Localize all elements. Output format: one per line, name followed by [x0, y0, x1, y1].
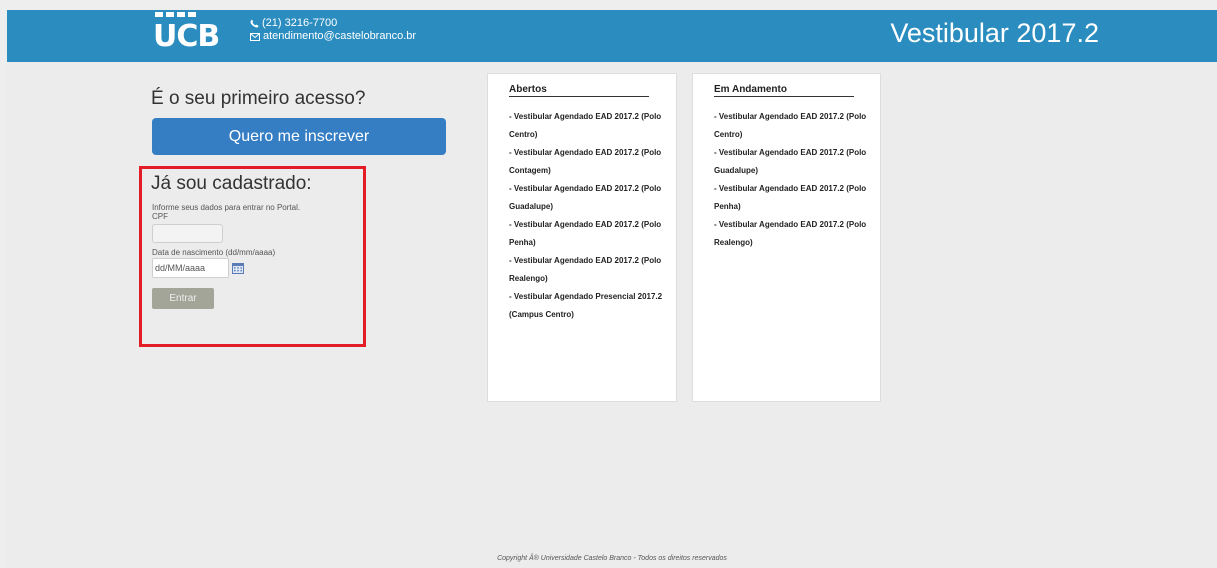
list-item[interactable]: - Vestibular Agendado EAD 2017.2 (Polo R…: [509, 252, 674, 288]
calendar-icon[interactable]: [232, 263, 244, 274]
list-item[interactable]: - Vestibular Agendado EAD 2017.2 (Polo C…: [509, 144, 674, 180]
list-item[interactable]: - Vestibular Agendado EAD 2017.2 (Polo P…: [714, 180, 879, 216]
open-exams-list: - Vestibular Agendado EAD 2017.2 (Polo C…: [509, 108, 674, 324]
list-item[interactable]: - Vestibular Agendado EAD 2017.2 (Polo G…: [509, 180, 674, 216]
enter-button[interactable]: Entrar: [152, 288, 214, 309]
page: UCB (21) 3216-7700 atendimento@castelobr…: [7, 10, 1217, 568]
email-row: atendimento@castelobranco.br: [250, 30, 416, 43]
logo-text: UCB: [153, 19, 220, 54]
in-progress-list: - Vestibular Agendado EAD 2017.2 (Polo C…: [714, 108, 879, 252]
cpf-label: CPF: [152, 212, 168, 221]
birthdate-label: Data de nascimento (dd/mm/aaaa): [152, 248, 276, 257]
open-exams-panel: Abertos - Vestibular Agendado EAD 2017.2…: [487, 73, 677, 402]
list-item[interactable]: - Vestibular Agendado Presencial 2017.2 …: [509, 288, 674, 324]
contact-info: (21) 3216-7700 atendimento@castelobranco…: [250, 17, 416, 43]
footer-copyright: Copyright Â® Universidade Castelo Branco…: [497, 555, 727, 562]
list-item[interactable]: - Vestibular Agendado EAD 2017.2 (Polo C…: [509, 108, 674, 144]
page-title: Vestibular 2017.2: [890, 18, 1099, 48]
cpf-input[interactable]: [152, 224, 223, 243]
login-info-text: Informe seus dados para entrar no Portal…: [152, 203, 301, 212]
in-progress-panel: Em Andamento - Vestibular Agendado EAD 2…: [692, 73, 881, 402]
first-access-heading: É o seu primeiro acesso?: [151, 88, 366, 109]
logo-dots: [155, 12, 196, 17]
in-progress-heading: Em Andamento: [714, 84, 854, 97]
ucb-logo[interactable]: UCB: [153, 12, 220, 58]
list-item[interactable]: - Vestibular Agendado EAD 2017.2 (Polo R…: [714, 216, 879, 252]
phone-icon: [250, 19, 259, 28]
signup-button[interactable]: Quero me inscrever: [152, 118, 446, 155]
phone-row: (21) 3216-7700: [250, 17, 416, 30]
birthdate-input[interactable]: [152, 258, 229, 278]
envelope-icon: [250, 32, 260, 41]
email-link[interactable]: atendimento@castelobranco.br: [263, 30, 416, 43]
login-heading: Já sou cadastrado:: [151, 173, 312, 194]
header-bar: UCB (21) 3216-7700 atendimento@castelobr…: [7, 10, 1217, 62]
list-item[interactable]: - Vestibular Agendado EAD 2017.2 (Polo C…: [714, 108, 879, 144]
list-item[interactable]: - Vestibular Agendado EAD 2017.2 (Polo P…: [509, 216, 674, 252]
list-item[interactable]: - Vestibular Agendado EAD 2017.2 (Polo G…: [714, 144, 879, 180]
open-exams-heading: Abertos: [509, 84, 649, 97]
phone-number: (21) 3216-7700: [262, 17, 338, 29]
